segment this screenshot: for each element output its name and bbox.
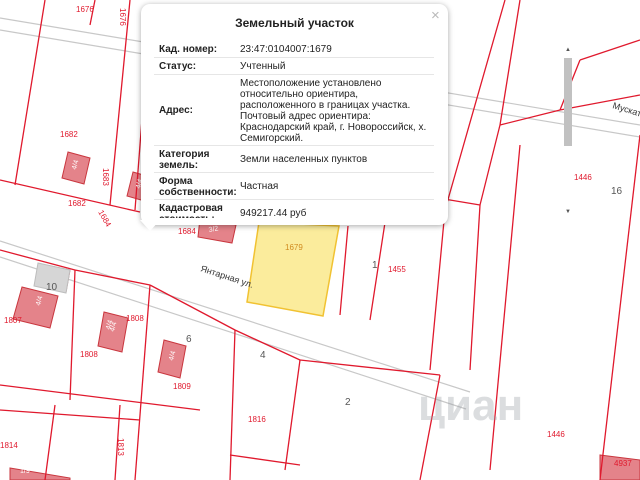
parcel-boundary [229, 454, 301, 466]
block-number: 1 [372, 260, 378, 271]
info-row-ownership-form: Форма собственности: Частная [154, 172, 434, 199]
info-label: Кад. номер: [159, 43, 218, 55]
parcel-boundary [14, 0, 46, 186]
parcel-number: 1446 [574, 173, 592, 182]
parcel-boundary [69, 269, 76, 401]
block-number: 2 [345, 397, 351, 408]
parcel-boundary [444, 0, 506, 211]
info-value: Земли населенных пунктов [240, 154, 368, 165]
info-row-land-category: Категория земель: Земли населенных пункт… [154, 145, 434, 172]
block-number: 6 [186, 334, 192, 345]
close-icon[interactable]: × [431, 7, 440, 24]
parcel-boundary [479, 124, 501, 206]
info-value: Местоположение установлено относительно … [240, 77, 427, 144]
scrollbar-thumb[interactable] [564, 58, 572, 146]
parcel-number: 1679 [285, 243, 303, 252]
chevron-down-icon[interactable]: ▼ [563, 209, 573, 215]
info-value: 949217.44 руб [240, 208, 307, 218]
parcel-number: 1809 [173, 382, 191, 391]
info-row-cadastral-number: Кад. номер: 23:47:0104007:1679 [154, 40, 434, 57]
info-label: Адрес: [159, 105, 193, 116]
popup-title: Земельный участок [235, 16, 354, 30]
parcel-number: 1814 [0, 441, 18, 450]
popup-pointer [140, 220, 160, 231]
building-floors-label: 1/9 [20, 468, 30, 475]
info-value: 23:47:0104007:1679 [240, 43, 332, 55]
parcel-number: 1455 [388, 265, 406, 274]
parcel-boundary [579, 39, 640, 61]
parcel-number: 1816 [248, 415, 266, 424]
watermark-logo: циан [418, 381, 523, 430]
parcel-info-popup: Земельный участок × Кад. номер: 23:47:01… [141, 4, 572, 225]
selected-parcel-1679[interactable] [246, 221, 340, 317]
popup-scrollbar[interactable]: ▲ ▼ [563, 47, 573, 218]
parcel-boundary [149, 284, 236, 331]
parcel-number: 1808 [80, 350, 98, 359]
parcel-number: 1682 [68, 199, 86, 208]
parcel-number: 1807 [4, 316, 22, 325]
street-name-label: Мускат [611, 100, 640, 118]
info-label: Статус: [159, 61, 197, 72]
parcel-boundary [429, 209, 446, 371]
parcel-boundary [499, 0, 521, 126]
parcel-number: 1684 [178, 227, 196, 236]
parcel-number: 1446 [547, 430, 565, 439]
street-name-label: Янтарная ул. [199, 263, 254, 289]
parcel-boundary [299, 359, 441, 376]
block-number: 10 [46, 282, 58, 293]
parcel-boundary [0, 384, 201, 411]
popup-content[interactable]: Кад. номер: 23:47:0104007:1679 Статус: У… [154, 40, 434, 218]
parcel-boundary [109, 0, 131, 206]
info-label: Категория земель: [159, 148, 210, 171]
parcel-number: 1683 [101, 168, 110, 186]
parcel-boundary [499, 109, 561, 126]
parcel-number: 1684 [96, 209, 113, 229]
parcel-number: 4937 [614, 459, 632, 468]
parcel-boundary [469, 204, 481, 371]
info-label: Форма собственности: [159, 175, 237, 198]
parcel-number: 1676 [118, 8, 127, 26]
parcel-number: 1682 [60, 130, 78, 139]
parcel-boundary [229, 329, 236, 480]
parcel-boundary [44, 404, 56, 480]
chevron-up-icon[interactable]: ▲ [563, 47, 573, 53]
info-row-cadastral-value: Кадастровая стоимость: 949217.44 руб [154, 199, 434, 218]
street-edge [0, 240, 471, 393]
parcel-number: 1676 [76, 5, 94, 14]
block-number: 16 [611, 186, 623, 197]
info-value: Частная [240, 181, 279, 192]
info-value: Учтенный [240, 61, 286, 72]
info-label: Кадастровая стоимость: [159, 202, 223, 219]
block-number: 4 [260, 350, 266, 361]
building [9, 467, 71, 480]
info-row-address: Адрес: Местоположение установлено относи… [154, 74, 434, 145]
parcel-boundary [74, 269, 151, 286]
parcel-boundary [284, 359, 301, 471]
parcel-number: 1813 [116, 438, 125, 456]
info-row-status: Статус: Учтенный [154, 57, 434, 74]
parcel-number: 1808 [126, 314, 144, 323]
parcel-boundary [339, 225, 349, 316]
